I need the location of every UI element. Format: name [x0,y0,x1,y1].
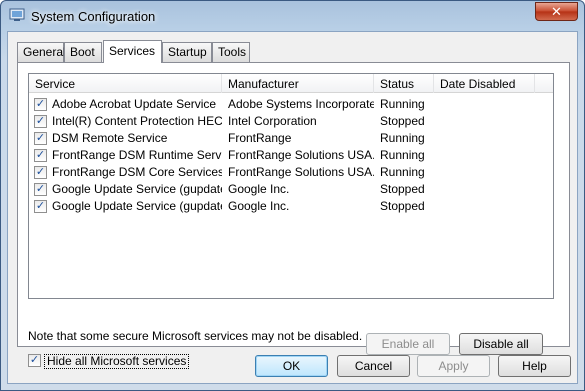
close-button[interactable]: ✕ [535,2,578,21]
ok-button[interactable]: OK [255,355,328,377]
column-header-date-disabled[interactable]: Date Disabled [434,74,535,93]
system-configuration-icon [9,8,25,21]
checkbox-check-icon: ✓ [35,98,46,110]
disable-all-button[interactable]: Disable all [459,333,543,355]
service-checkbox[interactable]: ✓ [34,149,47,162]
table-row[interactable]: ✓ Google Update Service (gupdate) Google I… [29,181,553,198]
service-manufacturer: Adobe Systems Incorporated [228,97,374,111]
service-name: Google Update Service (gupdate) [52,182,222,196]
service-status: Running [380,97,425,111]
service-status: Running [380,148,425,162]
table-row[interactable]: ✓ FrontRange DSM Core Services FrontRange … [29,164,553,181]
service-name: Adobe Acrobat Update Service [52,97,217,111]
checkbox-check-icon: ✓ [35,200,46,212]
service-name: Intel(R) Content Protection HEC... [52,114,222,128]
table-row[interactable]: ✓ DSM Remote Service FrontRange Running [29,130,553,147]
column-header-manufacturer[interactable]: Manufacturer [222,74,374,93]
dialog-body: General Boot Services Startup Tools Serv… [7,31,578,384]
list-rows: ✓ Adobe Acrobat Update Service Adobe Syste… [29,96,553,215]
hide-microsoft-services-label: Hide all Microsoft services [44,354,190,369]
tab-startup[interactable]: Startup [162,42,212,62]
window-title: System Configuration [31,9,156,24]
title-bar[interactable]: System Configuration ✕ [1,1,584,31]
service-status: Running [380,165,425,179]
service-name: DSM Remote Service [52,131,168,145]
service-manufacturer: Google Inc. [228,199,290,213]
checkbox-check-icon: ✓ [28,354,41,367]
table-row[interactable]: ✓ FrontRange DSM Runtime Service FrontRang… [29,147,553,164]
tab-general[interactable]: General [17,42,66,62]
service-status: Stopped [380,114,425,128]
service-manufacturer: FrontRange Solutions USA... [228,165,374,179]
service-checkbox[interactable]: ✓ [34,98,47,111]
service-checkbox[interactable]: ✓ [34,132,47,145]
help-button[interactable]: Help [498,355,571,377]
service-name: Google Update Service (gupdatem) [52,199,222,213]
service-checkbox[interactable]: ✓ [34,183,47,196]
tab-boot[interactable]: Boot [64,42,102,62]
service-manufacturer: Google Inc. [228,182,290,196]
service-manufacturer: FrontRange Solutions USA... [228,148,374,162]
service-manufacturer: FrontRange [228,131,292,145]
service-checkbox[interactable]: ✓ [34,166,47,179]
services-panel: Service Manufacturer Status Date Disable… [17,62,570,369]
service-manufacturer: Intel Corporation [228,114,317,128]
service-checkbox[interactable]: ✓ [34,200,47,213]
service-checkbox[interactable]: ✓ [34,115,47,128]
cancel-button[interactable]: Cancel [337,355,410,377]
services-list[interactable]: Service Manufacturer Status Date Disable… [28,73,554,299]
checkbox-check-icon: ✓ [35,132,46,144]
service-status: Stopped [380,199,425,213]
checkbox-check-icon: ✓ [35,149,46,161]
close-icon: ✕ [551,4,562,19]
checkbox-check-icon: ✓ [35,183,46,195]
table-row[interactable]: ✓ Intel(R) Content Protection HEC... Intel… [29,113,553,130]
column-header-status[interactable]: Status [374,74,434,93]
tab-tools[interactable]: Tools [212,42,250,62]
service-name: FrontRange DSM Core Services [52,165,222,179]
service-status: Stopped [380,182,425,196]
tab-services[interactable]: Services [103,40,162,63]
table-row[interactable]: ✓ Google Update Service (gupdatem) Google … [29,198,553,215]
column-header-service[interactable]: Service [29,74,222,93]
apply-button[interactable]: Apply [417,355,490,377]
enable-all-button[interactable]: Enable all [366,333,450,355]
table-row[interactable]: ✓ Adobe Acrobat Update Service Adobe Syste… [29,96,553,113]
list-header: Service Manufacturer Status Date Disable… [29,74,553,93]
window: System Configuration ✕ General Boot Serv… [0,0,585,391]
service-status: Running [380,131,425,145]
secure-services-note: Note that some secure Microsoft services… [28,329,363,343]
service-name: FrontRange DSM Runtime Service [52,148,222,162]
checkbox-check-icon: ✓ [35,115,46,127]
checkbox-check-icon: ✓ [35,166,46,178]
